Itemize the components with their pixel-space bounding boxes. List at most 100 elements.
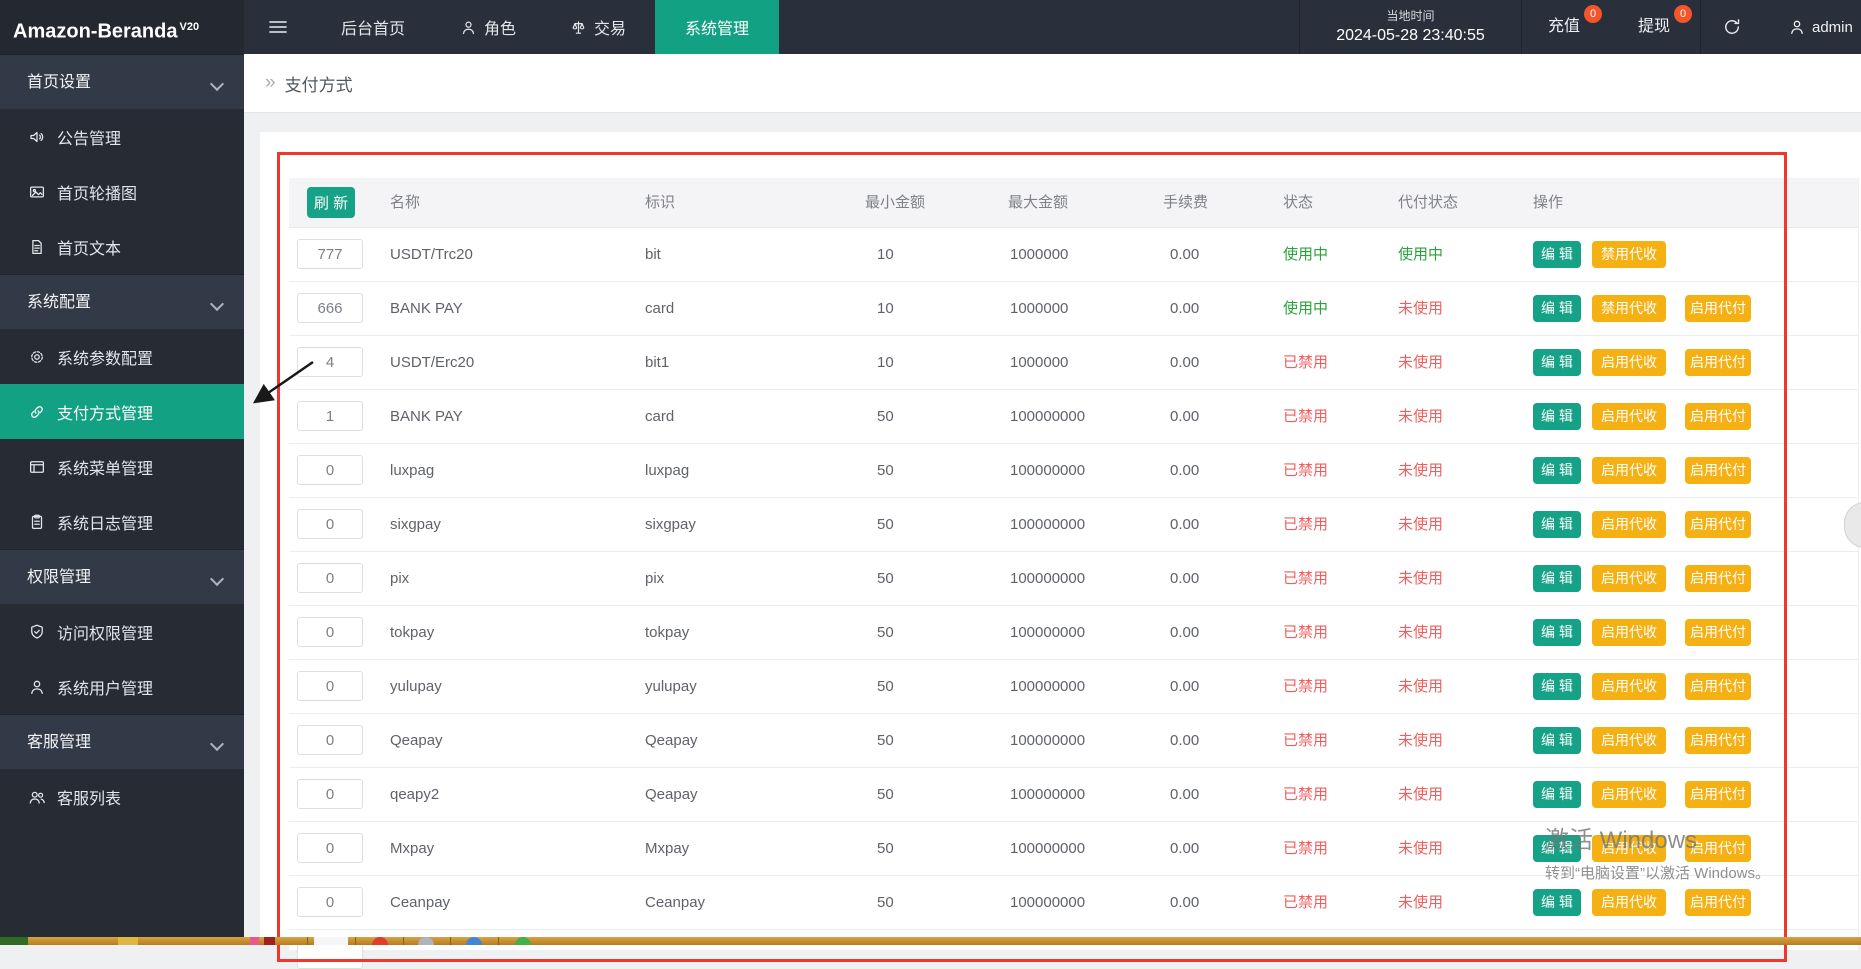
- sort-order-input[interactable]: [297, 455, 363, 485]
- sidebar-item[interactable]: 系统用户管理: [0, 659, 244, 714]
- status-badge: 使用中: [1283, 300, 1329, 317]
- recharge-button[interactable]: 充值: [1536, 0, 1592, 54]
- sidebar-section-label: 系统配置: [27, 294, 92, 311]
- sort-order-input[interactable]: [297, 563, 363, 593]
- taskbar-icon[interactable]: [118, 937, 138, 945]
- sort-order-input[interactable]: [297, 239, 363, 269]
- toggle-button[interactable]: 启用代付: [1685, 727, 1751, 754]
- edit-button[interactable]: 编 辑: [1533, 727, 1581, 754]
- toggle-button[interactable]: 启用代收: [1592, 673, 1666, 700]
- sidebar-item[interactable]: 首页轮播图: [0, 164, 244, 219]
- nav-item-4[interactable]: 系统管理: [655, 0, 779, 54]
- sort-order-input[interactable]: [297, 617, 363, 647]
- sort-order-input[interactable]: [297, 725, 363, 755]
- toggle-button[interactable]: 启用代收: [1592, 511, 1666, 538]
- toggle-button[interactable]: 启用代收: [1592, 889, 1666, 916]
- sidebar-section-4[interactable]: 客服管理: [0, 714, 244, 769]
- payment-code: bit: [645, 246, 661, 263]
- admin-username: admin: [1812, 18, 1853, 36]
- sidebar-item[interactable]: 客服列表: [0, 769, 244, 824]
- taskbar-icon[interactable]: [418, 937, 434, 945]
- taskbar-icon[interactable]: [264, 937, 275, 945]
- nav-item-2[interactable]: 角色: [443, 0, 533, 54]
- max-amount: 1000000: [1010, 354, 1069, 371]
- sidebar-item[interactable]: 支付方式管理: [0, 384, 244, 439]
- sidebar-section-3[interactable]: 权限管理: [0, 549, 244, 604]
- edit-button[interactable]: 编 辑: [1533, 511, 1581, 538]
- sort-order-input[interactable]: [297, 887, 363, 917]
- toggle-button[interactable]: 禁用代收: [1592, 295, 1666, 322]
- toggle-button[interactable]: 启用代收: [1592, 457, 1666, 484]
- sidebar-toggle-button[interactable]: [258, 0, 298, 54]
- admin-user-menu[interactable]: admin: [1788, 0, 1853, 54]
- sidebar-item[interactable]: 系统参数配置: [0, 329, 244, 384]
- sort-order-input[interactable]: [297, 401, 363, 431]
- divider: [403, 937, 404, 945]
- toggle-button[interactable]: 启用代付: [1685, 619, 1751, 646]
- payment-name: Qeapay: [390, 732, 443, 749]
- max-amount: 100000000: [1010, 840, 1086, 857]
- refresh-page-button[interactable]: [1712, 0, 1752, 54]
- max-amount: 100000000: [1010, 732, 1086, 749]
- sidebar-item[interactable]: 系统日志管理: [0, 494, 244, 549]
- toggle-button[interactable]: 启用代收: [1592, 727, 1666, 754]
- toggle-button[interactable]: 启用代收: [1592, 403, 1666, 430]
- edit-button[interactable]: 编 辑: [1533, 241, 1581, 268]
- edit-button[interactable]: 编 辑: [1533, 349, 1581, 376]
- edit-button[interactable]: 编 辑: [1533, 889, 1581, 916]
- sort-order-input[interactable]: [297, 293, 363, 323]
- toggle-button[interactable]: 启用代付: [1685, 295, 1751, 322]
- toggle-button[interactable]: 启用代付: [1685, 673, 1751, 700]
- fee: 0.00: [1170, 894, 1200, 911]
- toggle-button[interactable]: 启用代收: [1592, 619, 1666, 646]
- taskbar-start-icon[interactable]: [0, 937, 28, 945]
- sidebar-item[interactable]: 首页文本: [0, 219, 244, 274]
- edit-button[interactable]: 编 辑: [1533, 565, 1581, 592]
- sidebar-item[interactable]: 访问权限管理: [0, 604, 244, 659]
- content-card: 刷 新 名称 标识 最小金额 最大金额 手续费 状态 代付状态 操作 USDT/Trc20 bi…: [260, 132, 1861, 969]
- toggle-button[interactable]: 启用代收: [1592, 565, 1666, 592]
- edit-button[interactable]: 编 辑: [1533, 781, 1581, 808]
- edit-button[interactable]: 编 辑: [1533, 457, 1581, 484]
- nav-item-1[interactable]: 后台首页: [325, 0, 421, 54]
- sidebar-item[interactable]: 公告管理: [0, 109, 244, 164]
- sort-order-input[interactable]: [297, 833, 363, 863]
- divider: [1521, 0, 1522, 54]
- toggle-button[interactable]: 启用代付: [1685, 781, 1751, 808]
- toggle-button[interactable]: 禁用代收: [1592, 241, 1666, 268]
- sort-order-input[interactable]: [297, 779, 363, 809]
- taskbar-icon[interactable]: [372, 937, 388, 945]
- windows-taskbar[interactable]: [0, 937, 1861, 945]
- toggle-button[interactable]: 启用代付: [1685, 349, 1751, 376]
- toggle-button[interactable]: 启用代收: [1592, 349, 1666, 376]
- toggle-button[interactable]: 启用代付: [1685, 835, 1751, 862]
- withdraw-button[interactable]: 提现: [1626, 0, 1682, 54]
- nav-item-3[interactable]: 交易: [553, 0, 643, 54]
- sort-order-input[interactable]: [297, 671, 363, 701]
- table-refresh-button[interactable]: 刷 新: [307, 187, 355, 218]
- column-header: 最小金额: [865, 194, 926, 211]
- sort-order-input[interactable]: [297, 509, 363, 539]
- taskbar-icon[interactable]: [515, 937, 531, 945]
- edit-button[interactable]: 编 辑: [1533, 619, 1581, 646]
- toggle-button[interactable]: 启用代付: [1685, 403, 1751, 430]
- toggle-button[interactable]: 启用代收: [1592, 835, 1666, 862]
- sidebar-item[interactable]: 系统菜单管理: [0, 439, 244, 494]
- sidebar-section-2[interactable]: 系统配置: [0, 274, 244, 329]
- edit-button[interactable]: 编 辑: [1533, 673, 1581, 700]
- taskbar-icon[interactable]: [314, 937, 348, 945]
- edit-button[interactable]: 编 辑: [1533, 835, 1581, 862]
- taskbar-icon[interactable]: [466, 937, 482, 945]
- edit-button[interactable]: 编 辑: [1533, 403, 1581, 430]
- time-label: 当地时间: [1386, 9, 1435, 23]
- payment-name: tokpay: [390, 624, 435, 641]
- taskbar-icon[interactable]: [250, 937, 259, 945]
- sidebar-section-1[interactable]: 首页设置: [0, 54, 244, 109]
- toggle-button[interactable]: 启用代收: [1592, 781, 1666, 808]
- toggle-button[interactable]: 启用代付: [1685, 565, 1751, 592]
- toggle-button[interactable]: 启用代付: [1685, 889, 1751, 916]
- toggle-button[interactable]: 启用代付: [1685, 511, 1751, 538]
- toggle-button[interactable]: 启用代付: [1685, 457, 1751, 484]
- edit-button[interactable]: 编 辑: [1533, 295, 1581, 322]
- sort-order-input[interactable]: [297, 347, 363, 377]
